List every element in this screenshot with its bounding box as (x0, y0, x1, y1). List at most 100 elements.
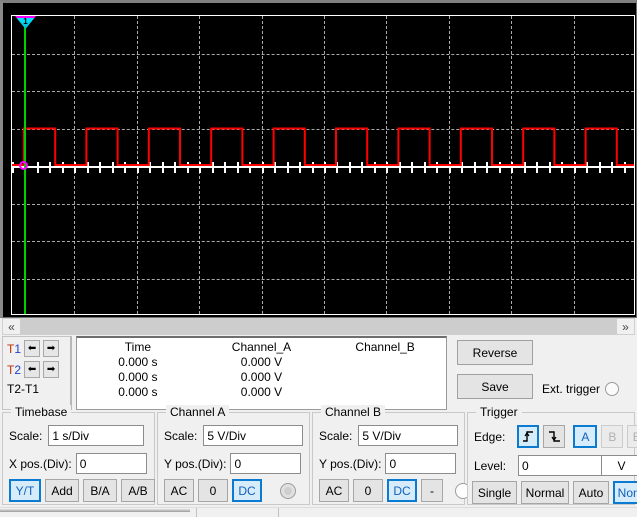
trigger-source-ext[interactable]: Ext (627, 425, 637, 448)
cursor-t2-left-button[interactable]: ⬅ (24, 361, 41, 378)
trigger-mode-auto[interactable]: Auto (573, 481, 609, 504)
channel-b-group: Channel B Scale: 5 V/Div Y pos.(Div): 0 … (312, 405, 471, 505)
ext-trigger-label: Ext. trigger (542, 382, 601, 396)
cursor-delta-label: T2-T1 (7, 382, 40, 396)
timebase-xpos-label: X pos.(Div): (9, 456, 72, 471)
ext-trigger-indicator-group: Ext. trigger (542, 382, 620, 396)
trigger-mode-single[interactable]: Single (472, 481, 517, 504)
channel-a-scale-input[interactable]: 5 V/Div (203, 425, 304, 446)
scope-waveform-canvas[interactable]: 1 (11, 15, 635, 315)
waveform-channel-a (12, 127, 634, 166)
readout-chb-3 (324, 384, 446, 399)
scrollbar-track[interactable] (20, 319, 617, 334)
timebase-xpos-row: X pos.(Div): 0 (9, 453, 147, 474)
channel-a-coupling-dc[interactable]: DC (232, 479, 262, 502)
channel-a-led-icon (280, 482, 296, 499)
channel-a-coupling-gnd[interactable]: 0 (198, 479, 228, 502)
table-row: 0.000 s 0.000 V (77, 354, 446, 369)
cursor-t1-name: T1 (7, 341, 22, 356)
table-row: 0.000 s 0.000 V (77, 384, 446, 399)
trigger-edge-label: Edge: (474, 429, 506, 444)
status-bar (0, 507, 637, 517)
oscilloscope-window: 1 « » T1 ⬅ ➡ T2 ⬅ ➡ T2-T1 Time Channel_A… (0, 0, 637, 517)
readout-time-2: 0.000 s (118, 369, 158, 384)
measurement-readout-table: Time Channel_A Channel_B 0.000 s 0.000 V… (76, 336, 447, 410)
cursor-controls-panel: T1 ⬅ ➡ T2 ⬅ ➡ T2-T1 (2, 336, 72, 410)
timebase-scale-row: Scale: 1 s/Div (9, 425, 145, 446)
trigger-source-a[interactable]: A (573, 425, 598, 448)
readout-cha-1: 0.000 V (240, 354, 283, 369)
channel-b-invert-button[interactable]: - (421, 479, 443, 502)
scroll-left-arrow-icon[interactable]: « (3, 319, 20, 334)
status-bar-divider-2 (278, 508, 279, 517)
channel-b-group-title: Channel B (321, 405, 386, 419)
timebase-scale-label: Scale: (9, 428, 43, 443)
ext-trigger-led-icon (605, 382, 620, 396)
readout-time-3: 0.000 s (118, 384, 158, 399)
trigger-group: Trigger Edge: A B Ext (467, 405, 637, 505)
channel-b-ypos-input[interactable]: 0 (385, 453, 457, 474)
channel-a-group-title: Channel A (166, 405, 230, 419)
status-bar-divider-1 (196, 508, 197, 517)
channel-b-coupling-buttons: AC 0 DC - (319, 479, 471, 502)
channel-b-ypos-row: Y pos.(Div): 0 (319, 453, 457, 474)
channel-a-ypos-input[interactable]: 0 (230, 453, 302, 474)
timebase-scale-input[interactable]: 1 s/Div (48, 425, 145, 446)
cursor-t1-left-button[interactable]: ⬅ (24, 340, 41, 357)
timebase-mode-ab[interactable]: A/B (121, 479, 155, 502)
scope-display-frame: 1 (0, 0, 637, 318)
timebase-xpos-input[interactable]: 0 (75, 453, 147, 474)
origin-marker-icon (19, 161, 28, 170)
trigger-edge-row: Edge: A B Ext (474, 425, 637, 448)
channel-b-coupling-gnd[interactable]: 0 (353, 479, 383, 502)
timebase-mode-ba[interactable]: B/A (83, 479, 117, 502)
trigger-source-b[interactable]: B (601, 425, 624, 448)
trigger-mode-buttons: Single Normal Auto None (472, 481, 637, 504)
cursor-t2-right-button[interactable]: ➡ (43, 361, 60, 378)
trigger-level-label: Level: (474, 458, 507, 473)
timebase-mode-yt[interactable]: Y/T (9, 479, 41, 502)
falling-edge-icon[interactable] (543, 425, 566, 448)
readout-header-row: Time Channel_A Channel_B (77, 338, 446, 354)
timebase-group: Timebase Scale: 1 s/Div X pos.(Div): 0 Y… (2, 405, 155, 505)
trigger-level-input[interactable]: 0 (518, 455, 603, 476)
timebase-group-title: Timebase (11, 405, 72, 419)
cursor-t1-right-button[interactable]: ➡ (43, 340, 60, 357)
readout-cha-3: 0.000 V (240, 384, 283, 399)
measurement-row: T1 ⬅ ➡ T2 ⬅ ➡ T2-T1 Time Channel_A Chann… (2, 336, 635, 412)
channel-b-coupling-ac[interactable]: AC (319, 479, 349, 502)
readout-header-channel-b: Channel_B (355, 339, 415, 354)
trigger-level-unit-select[interactable]: V (602, 455, 637, 476)
reverse-button[interactable]: Reverse (457, 340, 533, 365)
readout-header-time: Time (124, 339, 151, 354)
channel-a-coupling-buttons: AC 0 DC (164, 479, 296, 502)
channel-b-scale-row: Scale: 5 V/Div (319, 425, 459, 446)
channel-a-coupling-ac[interactable]: AC (164, 479, 194, 502)
channel-a-ypos-row: Y pos.(Div): 0 (164, 453, 302, 474)
readout-cha-2: 0.000 V (240, 369, 283, 384)
channel-a-ypos-label: Y pos.(Div): (164, 456, 227, 471)
channel-a-scale-label: Scale: (164, 428, 198, 443)
cursor-t1-row: T1 ⬅ ➡ (3, 337, 70, 358)
control-panel: Timebase Scale: 1 s/Div X pos.(Div): 0 Y… (0, 405, 637, 507)
readout-time-1: 0.000 s (118, 354, 158, 369)
readout-header-channel-a: Channel_A (231, 339, 292, 354)
channel-b-scale-input[interactable]: 5 V/Div (358, 425, 459, 446)
status-bar-grip (0, 508, 190, 512)
trigger-group-title: Trigger (476, 405, 522, 419)
trigger-mode-normal[interactable]: Normal (521, 481, 569, 504)
timebase-mode-buttons: Y/T Add B/A A/B (9, 479, 155, 502)
rising-edge-icon[interactable] (517, 425, 540, 448)
trigger-mode-none[interactable]: None (613, 481, 637, 504)
timebase-mode-add[interactable]: Add (45, 479, 79, 502)
cursor-t2-name: T2 (7, 362, 22, 377)
channel-a-group: Channel A Scale: 5 V/Div Y pos.(Div): 0 … (157, 405, 310, 505)
channel-b-ypos-label: Y pos.(Div): (319, 456, 382, 471)
cursor-t1-label: 1 (23, 17, 28, 26)
readout-chb-1 (324, 354, 446, 369)
timebase-scrollbar[interactable]: « » (2, 318, 635, 335)
scroll-right-arrow-icon[interactable]: » (617, 319, 634, 334)
table-row: 0.000 s 0.000 V (77, 369, 446, 384)
channel-b-coupling-dc[interactable]: DC (387, 479, 417, 502)
save-button[interactable]: Save (457, 374, 533, 399)
